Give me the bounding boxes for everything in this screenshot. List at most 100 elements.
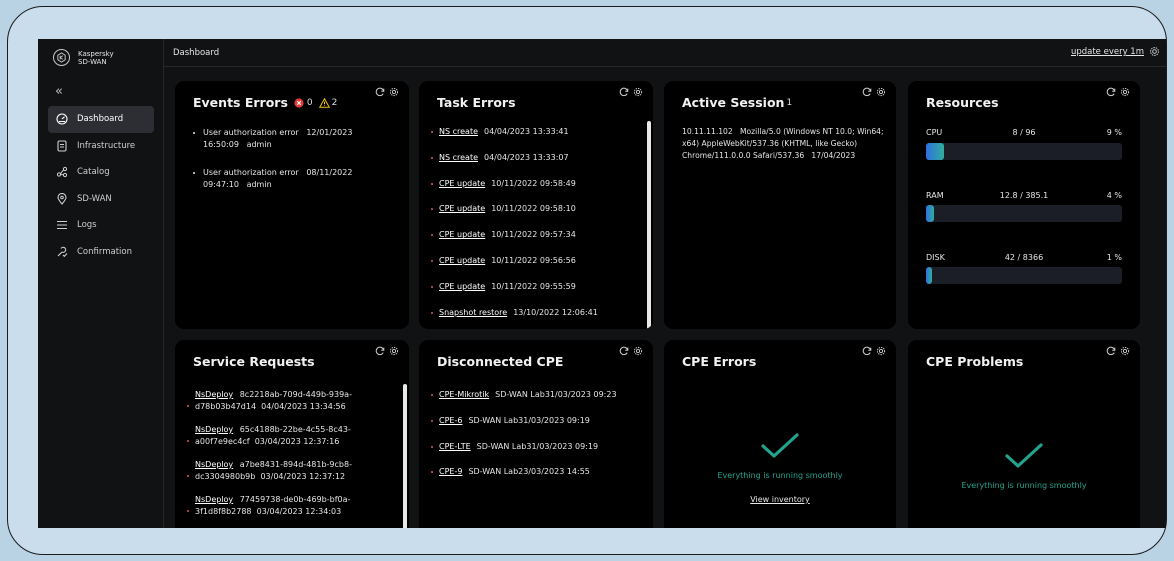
request-id: 77459738-de0b-469b-bf0a- bbox=[239, 495, 351, 504]
list-item[interactable]: Snapshot restore 13/10/2022 12:06:41 bbox=[431, 307, 641, 329]
task-link[interactable]: NS create bbox=[439, 153, 478, 162]
disconnected-list: CPE-Mikrotik SD-WAN Lab31/03/2023 09:23 C… bbox=[431, 389, 641, 492]
list-item[interactable]: CPE-9 SD-WAN Lab23/03/2023 14:55 bbox=[431, 466, 641, 492]
status-message: Everything is running smoothly bbox=[717, 471, 843, 480]
cpe-link[interactable]: CPE-9 bbox=[439, 467, 462, 476]
task-link[interactable]: CPE update bbox=[439, 282, 485, 291]
refresh-icon[interactable] bbox=[1106, 87, 1116, 97]
wrench-check-icon bbox=[57, 246, 68, 257]
app-window: Kaspersky SD-WAN « Dashboard Infrastruct… bbox=[38, 39, 1166, 528]
task-link[interactable]: CPE update bbox=[439, 256, 485, 265]
list-item[interactable]: CPE-LTE SD-WAN Lab31/03/2023 09:19 bbox=[431, 441, 641, 467]
cpe-timestamp: 23/03/2023 14:55 bbox=[518, 467, 590, 477]
task-link[interactable]: Snapshot restore bbox=[439, 308, 507, 317]
cpe-link[interactable]: CPE-LTE bbox=[439, 442, 471, 451]
sidebar-item-confirmation[interactable]: Confirmation bbox=[48, 239, 154, 266]
refresh-icon[interactable] bbox=[862, 346, 872, 356]
warning-count: 2 bbox=[331, 97, 338, 108]
list-item[interactable]: NsDeploy a7be8431-894d-481b-9cb8- dc33049… bbox=[187, 459, 397, 483]
location-pin-icon bbox=[57, 192, 67, 205]
request-link[interactable]: NsDeploy bbox=[195, 390, 233, 399]
cpu-usage-bar bbox=[926, 143, 1122, 160]
all-clear-state: Everything is running smoothly View inve… bbox=[664, 432, 896, 504]
view-inventory-link[interactable]: View inventory bbox=[750, 495, 810, 504]
sidebar-item-label: Confirmation bbox=[77, 246, 132, 257]
card-title: CPE Problems bbox=[926, 354, 1023, 369]
gear-icon[interactable] bbox=[876, 87, 886, 97]
gear-icon[interactable] bbox=[389, 346, 399, 356]
scrollbar[interactable] bbox=[647, 121, 651, 329]
disk-usage-bar bbox=[926, 267, 1122, 284]
request-link[interactable]: NsDeploy bbox=[195, 425, 233, 434]
task-timestamp: 10/11/2022 09:58:10 bbox=[491, 204, 576, 214]
cpe-link[interactable]: CPE-6 bbox=[439, 416, 462, 425]
refresh-icon[interactable] bbox=[375, 346, 385, 356]
sidebar-item-infrastructure[interactable]: Infrastructure bbox=[48, 133, 154, 160]
sidebar-item-catalog[interactable]: Catalog bbox=[48, 159, 154, 186]
tasks-list: NS create 04/04/2023 13:33:41 NS create 04… bbox=[431, 126, 641, 329]
event-text: User authorization error bbox=[203, 168, 299, 177]
refresh-icon[interactable] bbox=[1106, 346, 1116, 356]
task-link[interactable]: CPE update bbox=[439, 179, 485, 188]
list-item[interactable]: NS create 04/04/2023 13:33:07 bbox=[431, 152, 641, 178]
refresh-icon[interactable] bbox=[619, 346, 629, 356]
list-item[interactable]: CPE update 10/11/2022 09:58:10 bbox=[431, 203, 641, 229]
card-actions bbox=[862, 87, 886, 97]
cpe-link[interactable]: CPE-Mikrotik bbox=[439, 390, 489, 399]
gear-icon[interactable] bbox=[633, 346, 643, 356]
status-message: Everything is running smoothly bbox=[961, 481, 1087, 490]
sidebar-item-label: SD-WAN bbox=[77, 193, 112, 204]
cpe-errors-card: CPE Errors Everything is running smoothl… bbox=[664, 340, 896, 528]
list-item[interactable]: CPE update 10/11/2022 09:57:34 bbox=[431, 229, 641, 255]
task-link[interactable]: CPE update bbox=[439, 204, 485, 213]
request-id: 8c2218ab-709d-449b-939a- bbox=[239, 390, 352, 399]
resource-percent: 4 % bbox=[1106, 191, 1122, 200]
list-item[interactable]: CPE-6 SD-WAN Lab31/03/2023 09:19 bbox=[431, 415, 641, 441]
refresh-icon[interactable] bbox=[619, 87, 629, 97]
sidebar-item-logs[interactable]: Logs bbox=[48, 212, 154, 239]
request-link[interactable]: NsDeploy bbox=[195, 460, 233, 469]
card-title: CPE Errors bbox=[682, 354, 756, 369]
request-id-tail: d78b03b47d14 bbox=[195, 402, 257, 411]
refresh-icon[interactable] bbox=[375, 87, 385, 97]
gear-icon[interactable] bbox=[876, 346, 886, 356]
list-item[interactable]: User authorization error 08/11/2022 09:4… bbox=[193, 167, 397, 191]
list-item[interactable]: NS create 04/04/2023 13:33:41 bbox=[431, 126, 641, 152]
gear-icon[interactable] bbox=[389, 87, 399, 97]
gear-icon[interactable] bbox=[1120, 346, 1130, 356]
list-item[interactable]: NsDeploy 65c4188b-22be-4c55-8c43- a00f7e9… bbox=[187, 424, 397, 448]
list-item[interactable]: User authorization error 12/01/2023 16:5… bbox=[193, 127, 397, 151]
gear-icon[interactable] bbox=[1120, 87, 1130, 97]
event-text: User authorization error bbox=[203, 128, 299, 137]
session-title: Active Session bbox=[682, 95, 785, 110]
checkmark-icon bbox=[761, 433, 799, 458]
update-interval-link[interactable]: update every 1m bbox=[1071, 47, 1144, 57]
scrollbar[interactable] bbox=[403, 384, 407, 528]
gear-icon[interactable] bbox=[633, 87, 643, 97]
sidebar-item-label: Logs bbox=[77, 220, 97, 231]
gear-icon[interactable] bbox=[1149, 46, 1160, 57]
list-item[interactable]: CPE-Mikrotik SD-WAN Lab31/03/2023 09:23 bbox=[431, 389, 641, 415]
card-title: Events Errors 0 2 bbox=[193, 95, 337, 110]
refresh-icon[interactable] bbox=[862, 87, 872, 97]
request-id-tail: dc3304980b9b bbox=[195, 472, 256, 481]
list-item[interactable]: CPE update 10/11/2022 09:58:49 bbox=[431, 178, 641, 204]
document-icon bbox=[57, 140, 67, 152]
sidebar-item-dashboard[interactable]: Dashboard bbox=[48, 106, 154, 133]
list-item[interactable]: NsDeploy 8c2218ab-709d-449b-939a-d78b03b… bbox=[187, 389, 397, 413]
task-link[interactable]: NS create bbox=[439, 127, 478, 136]
list-item[interactable]: CPE update 10/11/2022 09:56:56 bbox=[431, 255, 641, 281]
collapse-sidebar-button[interactable]: « bbox=[55, 84, 63, 99]
list-item[interactable]: CPE update 10/11/2022 09:55:59 bbox=[431, 281, 641, 307]
resource-value: 8 / 96 bbox=[1012, 128, 1036, 137]
task-timestamp: 04/04/2023 13:33:07 bbox=[484, 152, 569, 162]
event-time: 16:50:09 bbox=[203, 140, 239, 149]
card-actions bbox=[862, 346, 886, 356]
cpe-timestamp: 31/03/2023 09:19 bbox=[518, 415, 590, 425]
brand-logo[interactable]: Kaspersky SD-WAN bbox=[53, 49, 114, 66]
task-link[interactable]: CPE update bbox=[439, 230, 485, 239]
sidebar-item-sd-wan[interactable]: SD-WAN bbox=[48, 186, 154, 213]
list-item[interactable]: NsDeploy 77459738-de0b-469b-bf0a- 3f1d8f8… bbox=[187, 494, 397, 518]
request-link[interactable]: NsDeploy bbox=[195, 495, 233, 504]
breadcrumb: Dashboard bbox=[173, 48, 220, 58]
